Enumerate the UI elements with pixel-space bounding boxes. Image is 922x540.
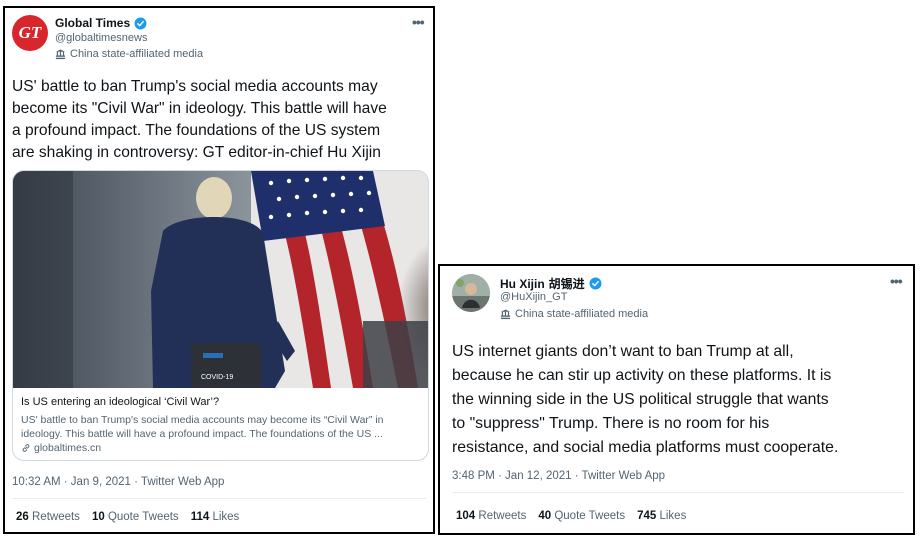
quote-tweets-stat[interactable]: 10 Quote Tweets — [92, 511, 179, 523]
likes-label: Likes — [212, 511, 240, 523]
article-photo[interactable]: COVID-19 — [13, 171, 428, 388]
verified-badge-icon — [589, 277, 602, 290]
likes-label: Likes — [659, 510, 687, 522]
author-name-row[interactable]: Global Times — [55, 16, 147, 30]
affiliation-text: China state-affiliated media — [515, 308, 649, 320]
tweet-text-line: the winning side in the US political str… — [452, 391, 829, 408]
tweet-text-line: are shaking in controversy: GT editor-in… — [12, 144, 381, 161]
link-icon — [22, 444, 30, 452]
retweets-count: 104 — [456, 510, 476, 522]
podium-label: COVID-19 — [201, 374, 233, 381]
quote-tweets-count: 40 — [538, 510, 552, 522]
avatar-photo — [452, 274, 490, 312]
tweet-text-line: US' battle to ban Trump's social media a… — [12, 78, 378, 95]
verified-badge-icon — [134, 17, 147, 29]
likes-count: 745 — [637, 510, 657, 522]
author-handle[interactable]: @globaltimesnews — [55, 32, 148, 44]
card-domain[interactable]: globaltimes.cn — [21, 442, 101, 454]
retweets-stat[interactable]: 26 Retweets — [16, 511, 80, 523]
state-media-label[interactable]: China state-affiliated media — [500, 308, 648, 320]
tweet-hu-xijin[interactable]: Hu Xijin 胡锡进 @HuXijin_GT China state-aff… — [438, 264, 915, 535]
more-options-icon[interactable]: ••• — [890, 273, 903, 289]
author-display-name[interactable]: Global Times — [55, 16, 130, 30]
likes-count: 114 — [190, 511, 210, 523]
tweet-text-line: a profound impact. The foundations of th… — [12, 122, 381, 139]
tweet-text-line: become its "Civil War" in ideology. This… — [12, 100, 387, 117]
avatar[interactable]: GT — [12, 15, 48, 51]
tweet-text: US internet giants don’t want to ban Tru… — [452, 340, 838, 460]
engagement-stats: 104 Retweets 40 Quote Tweets 745 Likes — [456, 510, 686, 522]
divider — [452, 492, 904, 493]
tweet-timestamp[interactable]: 3:48 PM · Jan 12, 2021 · Twitter Web App — [452, 470, 665, 482]
retweets-label: Retweets — [32, 511, 80, 523]
quote-tweets-count: 10 — [91, 511, 105, 523]
tweet-text-line: because he can stir up activity on these… — [452, 367, 832, 384]
tweet-global-times[interactable]: GT Global Times @globaltimesnews China s… — [3, 6, 435, 534]
flag-icon — [55, 48, 66, 59]
tweet-timestamp[interactable]: 10:32 AM · Jan 9, 2021 · Twitter Web App — [12, 476, 224, 488]
author-handle[interactable]: @HuXijin_GT — [500, 291, 567, 303]
tweet-text-line: resistance, and social media platforms m… — [452, 439, 839, 456]
retweets-label: Retweets — [478, 510, 527, 522]
divider — [12, 498, 426, 499]
retweets-stat[interactable]: 104 Retweets — [456, 510, 526, 522]
state-media-label[interactable]: China state-affiliated media — [55, 48, 203, 60]
quote-tweets-label: Quote Tweets — [554, 510, 626, 522]
author-display-name-cjk[interactable]: 胡锡进 — [549, 275, 585, 292]
link-preview-card[interactable]: COVID-19 Is US entering an ideological ‘… — [12, 170, 429, 461]
card-title[interactable]: Is US entering an ideological ‘Civil War… — [21, 396, 219, 408]
tweet-text: US' battle to ban Trump's social media a… — [12, 76, 387, 164]
more-options-icon[interactable]: ••• — [412, 14, 425, 30]
affiliation-text: China state-affiliated media — [70, 48, 204, 60]
quote-tweets-stat[interactable]: 40 Quote Tweets — [538, 510, 625, 522]
quote-tweets-label: Quote Tweets — [107, 511, 179, 523]
card-description: US' battle to ban Trump's social media a… — [21, 413, 421, 441]
likes-stat[interactable]: 745 Likes — [637, 510, 686, 522]
tweet-text-line: US internet giants don’t want to ban Tru… — [452, 343, 794, 360]
likes-stat[interactable]: 114 Likes — [191, 511, 240, 523]
engagement-stats: 26 Retweets 10 Quote Tweets 114 Likes — [16, 511, 239, 523]
avatar[interactable] — [452, 274, 490, 312]
retweets-count: 26 — [16, 511, 29, 523]
author-name-row[interactable]: Hu Xijin 胡锡进 — [500, 275, 602, 292]
card-description-line: ideology. This battle will have a profou… — [21, 428, 383, 440]
card-domain-text: globaltimes.cn — [34, 442, 102, 454]
tweet-text-line: to "suppress" Trump. There is no room fo… — [452, 415, 770, 432]
card-description-line: US' battle to ban Trump's social media a… — [21, 414, 384, 426]
flag-icon — [500, 308, 511, 319]
avatar-logo-text: GT — [18, 23, 42, 42]
author-display-name[interactable]: Hu Xijin — [500, 277, 545, 291]
